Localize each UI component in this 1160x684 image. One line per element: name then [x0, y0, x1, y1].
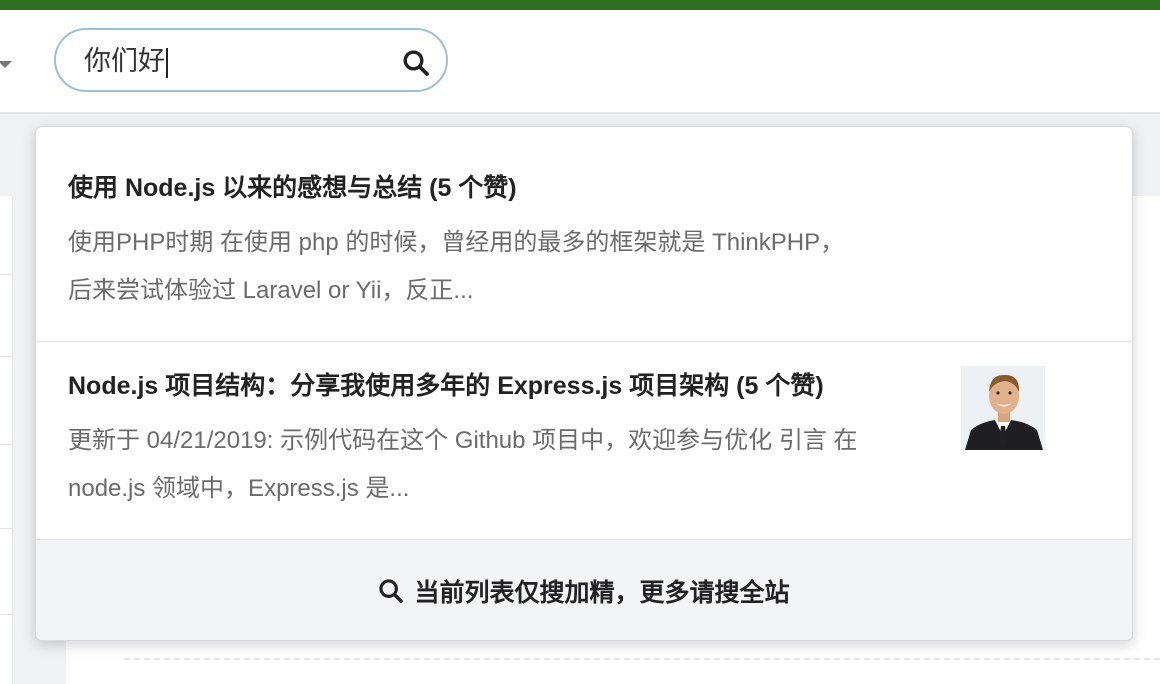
search-icon: [379, 579, 404, 603]
background-side-panel: [0, 196, 13, 684]
result-title[interactable]: 使用 Node.js 以来的感想与总结 (5 个赞): [68, 168, 517, 204]
search-input[interactable]: 你们好: [54, 28, 448, 92]
author-avatar[interactable]: [961, 366, 1045, 450]
result-excerpt-line: node.js 领域中，Express.js 是...: [68, 475, 410, 502]
search-all-site-button[interactable]: 当前列表仅搜加精，更多请搜全站: [36, 539, 1132, 640]
dropdown-caret-icon[interactable]: [0, 61, 12, 68]
search-suggestions-dropdown: 使用 Node.js 以来的感想与总结 (5 个赞) 使用PHP时期 在使用 p…: [35, 126, 1133, 641]
search-all-site-label: 当前列表仅搜加精，更多请搜全站: [414, 579, 790, 607]
result-excerpt-line: 使用PHP时期 在使用 php 的时候，曾经用的最多的框架就是 ThinkPHP…: [68, 229, 845, 256]
avatar-image: [961, 366, 1045, 450]
result-excerpt-line: 更新于 04/21/2019: 示例代码在这个 Github 项目中，欢迎参与优…: [68, 427, 858, 454]
search-input-value: 你们好: [84, 46, 165, 76]
dashed-divider: [124, 658, 1160, 660]
result-title[interactable]: Node.js 项目结构：分享我使用多年的 Express.js 项目架构 (5…: [68, 366, 824, 402]
divider: [0, 528, 12, 529]
search-icon[interactable]: [402, 49, 430, 77]
text-cursor: [166, 47, 168, 78]
top-accent-bar: [0, 0, 1160, 10]
divider: [0, 356, 12, 357]
divider: [0, 274, 12, 275]
search-result-item[interactable]: 使用 Node.js 以来的感想与总结 (5 个赞) 使用PHP时期 在使用 p…: [36, 127, 1132, 342]
search-result-item[interactable]: Node.js 项目结构：分享我使用多年的 Express.js 项目架构 (5…: [36, 342, 1132, 539]
divider: [0, 444, 12, 445]
result-excerpt-line: 后来尝试体验过 Laravel or Yii，反正...: [68, 277, 474, 304]
divider: [0, 614, 12, 615]
header: 你们好: [0, 10, 1160, 114]
